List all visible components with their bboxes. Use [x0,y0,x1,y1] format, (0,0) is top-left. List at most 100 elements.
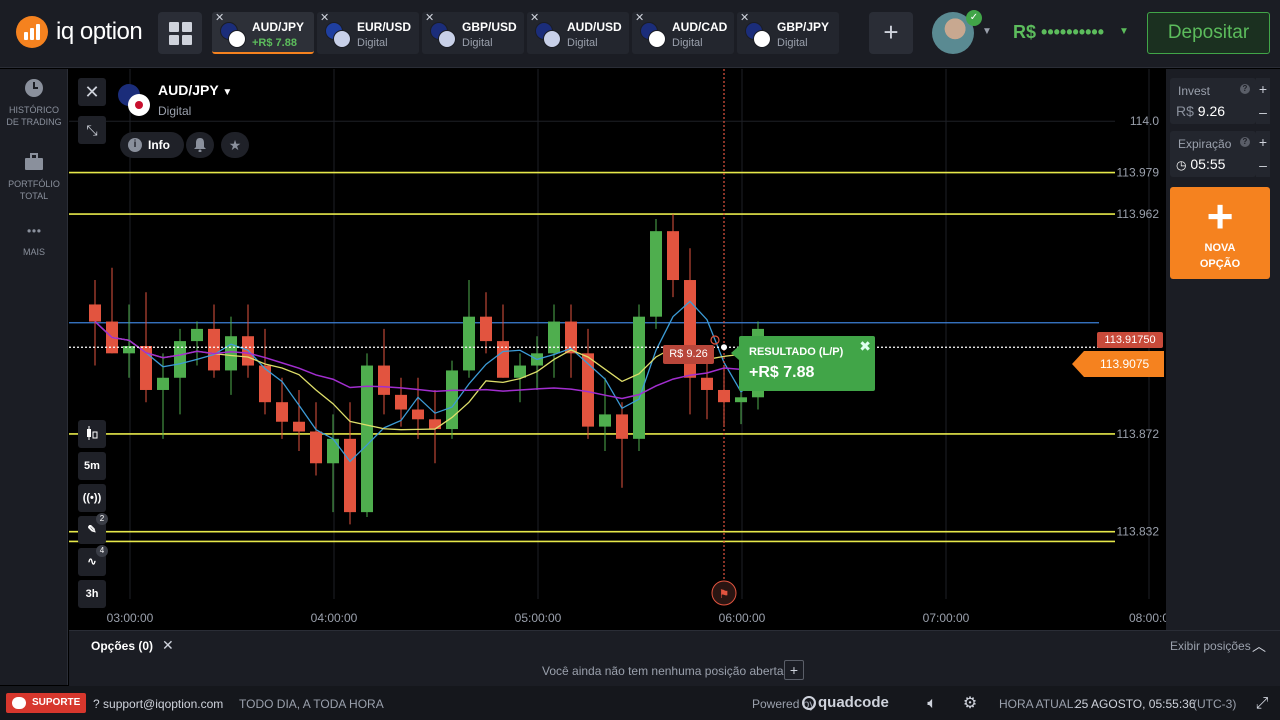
finish-flag-icon: ⚑ [719,587,730,601]
balance-chevron-down-icon[interactable]: ▼ [1119,26,1129,37]
result-popup[interactable]: RESULTADO (L/P) +R$ 7.88 ✖ [731,336,875,391]
add-asset-button[interactable]: + [869,12,913,54]
invest-label: Invest [1178,84,1211,98]
invest-minus-button[interactable]: – [1256,101,1270,124]
logo[interactable]: iq option [16,16,143,48]
bell-icon[interactable] [186,132,214,158]
close-icon[interactable]: ✕ [162,637,174,654]
sidebar-label: HISTÓRICO [8,105,59,115]
asset-grid-button[interactable] [158,12,202,54]
info-label: Info [148,138,170,152]
collapse-icon[interactable]: ⤡ [78,116,106,144]
asset-tab-gbp-usd[interactable]: ✕ GBP/USD Digital [422,12,524,54]
gear-icon[interactable]: ⚙ [960,694,980,714]
asset-tab-gbp-jpy[interactable]: ✕ GBP/JPY Digital [737,12,839,54]
expiration-value: ◷ 05:55 [1176,156,1225,172]
candle-body [174,341,186,378]
x-tick-label: 05:00:00 [515,611,562,625]
x-tick-label: 04:00:00 [311,611,358,625]
candle-body [616,414,628,439]
period-button[interactable]: 3h [78,580,106,608]
expiration-minus-button[interactable]: – [1256,154,1270,177]
asset-tab-name: GBP/USD [462,20,517,34]
price-dot [721,344,727,351]
chart-type-button[interactable] [78,420,106,448]
timezone: (UTC-3) [1193,697,1237,711]
support-email[interactable]: ? support@iqoption.com [93,697,223,711]
asset-tab-sub: Digital [672,37,703,49]
signal-icon[interactable]: ((•)) [78,484,106,512]
add-position-button[interactable]: + [784,660,804,680]
timeframe-button[interactable]: 5m [78,452,106,480]
x-tick-label: 06:00:00 [719,611,766,625]
candle-body [633,316,645,439]
sidebar-item-more[interactable]: MAIS [0,226,68,258]
currency-flags-icon [640,22,666,48]
close-icon[interactable]: ✖ [859,338,871,355]
candle-body [225,336,237,371]
asset-tab-sub: Digital [462,37,493,49]
y-tick-label: 114.0 [1130,114,1159,128]
invest-plus-button[interactable]: + [1256,78,1270,101]
info-button[interactable]: i Info [120,132,184,158]
show-positions-link[interactable]: Exibir posições [1170,639,1251,653]
balance-display[interactable]: R$ •••••••••• [1013,22,1104,43]
help-icon[interactable]: ? [1240,137,1250,147]
expiration-field[interactable]: Expiração ? ◷ 05:55 [1170,131,1256,177]
asset-title-text: AUD/JPY [158,82,219,98]
moving-average-blue [94,300,759,463]
asset-tab-name: GBP/JPY [777,20,830,34]
candle-body [548,321,560,354]
chevron-down-icon[interactable]: ▼ [982,26,992,37]
verified-check-icon: ✓ [966,10,982,26]
asset-tab-name: EUR/USD [357,20,412,34]
support-button[interactable]: SUPORTE [6,693,86,713]
quadcode-logo-text: quadcode [818,694,889,711]
invest-currency: R$ [1176,103,1194,119]
currency-flags-icon [745,22,771,48]
y-tick-label: 113.962 [1117,207,1160,221]
close-chart-button[interactable]: ✕ [78,78,106,106]
quadcode-logo-icon [802,696,816,710]
currency-flags-icon [535,22,561,48]
briefcase-icon [25,153,43,170]
fullscreen-icon[interactable]: ⤢ [1252,694,1272,714]
x-tick-label: 08:00:0 [1129,611,1166,625]
options-tab[interactable]: Opções (0) [91,639,153,653]
sidebar-label: PORTFÓLIO [8,179,60,189]
currency-flags-icon [430,22,456,48]
new-option-label: NOVA OPÇÃO [1170,240,1270,272]
logo-text: iq option [56,18,143,45]
drawings-count-badge: 2 [96,513,108,525]
asset-tab-eur-usd[interactable]: ✕ EUR/USD Digital [317,12,419,54]
candle-body [191,328,203,342]
star-icon[interactable]: ★ [221,132,249,158]
asset-type: Digital [158,104,192,118]
currency-flags-icon [325,22,351,48]
sidebar-item-portfolio[interactable]: PORTFÓLIO TOTAL [0,152,68,202]
help-icon[interactable]: ? [1240,84,1250,94]
sidebar-label: TOTAL [19,191,49,201]
support-hours: TODO DIA, A TODA HORA [239,697,384,711]
deposit-button[interactable]: Depositar [1147,12,1270,54]
result-label: RESULTADO (L/P) [749,346,844,358]
asset-tab-aud-jpy[interactable]: ✕ AUD/JPY +R$ 7.88 [212,12,314,54]
clock-icon: ◷ [1176,158,1187,172]
current-time-value: 25 AGOSTO, 05:55:36 [1075,697,1196,711]
asset-tab-aud-usd[interactable]: ✕ AUD/USD Digital [527,12,629,54]
asset-tab-aud-cad[interactable]: ✕ AUD/CAD Digital [632,12,734,54]
expiration-plus-button[interactable]: + [1256,131,1270,154]
candle-body [412,409,424,420]
volume-icon[interactable]: 🔈︎ [922,694,942,714]
candle-body [463,316,475,371]
candle-body [395,394,407,410]
invest-value: R$ 9.26 [1176,103,1225,119]
candle-body [599,414,611,427]
new-option-button[interactable]: + NOVA OPÇÃO [1170,187,1270,279]
currency-flags-icon [220,22,246,48]
invest-field[interactable]: Invest ? R$ 9.26 [1170,78,1256,124]
asset-title[interactable]: AUD/JPY ▼ [158,82,232,98]
chevron-up-icon[interactable]: ︿ [1252,636,1266,656]
info-icon: i [128,138,142,152]
sidebar-item-trading-history[interactable]: HISTÓRICO DE TRADING [0,78,68,128]
